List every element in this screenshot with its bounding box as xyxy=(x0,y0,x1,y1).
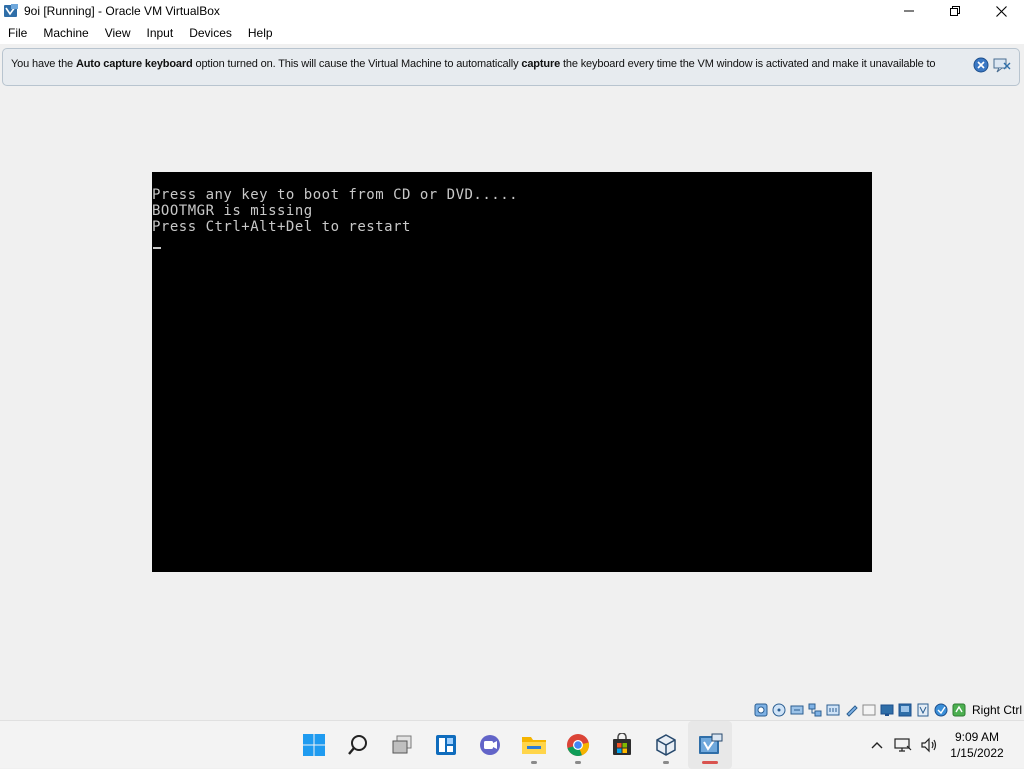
shared-folders-icon[interactable] xyxy=(843,702,859,718)
file-explorer-button[interactable] xyxy=(512,721,556,769)
taskbar-apps xyxy=(292,721,732,769)
usb-icon[interactable] xyxy=(825,702,841,718)
notification-bold-1: Auto capture keyboard xyxy=(75,58,193,70)
show-hidden-icons-button[interactable] xyxy=(864,732,890,758)
start-icon xyxy=(303,734,325,756)
network-icon xyxy=(894,738,912,752)
optical-drive-icon[interactable] xyxy=(771,702,787,718)
close-icon xyxy=(995,5,1007,17)
search-button[interactable] xyxy=(336,721,380,769)
clock-time: 9:09 AM xyxy=(954,730,1000,744)
text-cursor xyxy=(153,247,161,249)
menu-help[interactable]: Help xyxy=(240,22,281,44)
notification-text-1: You have the xyxy=(11,58,76,70)
virtualbox-vm-button[interactable] xyxy=(688,721,732,769)
title-bar[interactable]: 9oi [Running] - Oracle VM VirtualBox xyxy=(0,0,1024,22)
minimize-icon xyxy=(904,10,914,12)
window-controls xyxy=(886,0,1024,22)
notification-bold-2: capture xyxy=(521,58,561,70)
notification-text-3: the keyboard every time the VM window is… xyxy=(560,58,936,70)
clock-date: 1/15/2022 xyxy=(950,746,1004,760)
vm-display[interactable]: Press any key to boot from CD or DVD....… xyxy=(152,172,872,572)
network-icon[interactable] xyxy=(807,702,823,718)
file-explorer-icon xyxy=(522,737,546,754)
close-button[interactable] xyxy=(978,0,1024,22)
guest-additions-icon[interactable] xyxy=(933,702,949,718)
search-icon xyxy=(348,735,367,755)
volume-icon xyxy=(921,737,937,753)
menu-bar: File Machine View Input Devices Help xyxy=(0,22,1024,44)
network-tray-button[interactable] xyxy=(890,732,916,758)
host-key-label: Right Ctrl xyxy=(971,703,1022,717)
vm-output-line: BOOTMGR is missing xyxy=(152,203,313,219)
task-view-button[interactable] xyxy=(380,721,424,769)
virtualbox-icon[interactable] xyxy=(3,3,19,19)
virtualbox-manager-button[interactable] xyxy=(644,721,688,769)
vm-output-line: Press Ctrl+Alt+Del to restart xyxy=(152,219,411,235)
system-tray: 9:09 AM 1/15/2022 xyxy=(864,721,1024,769)
mouse-integration-icon[interactable] xyxy=(897,702,913,718)
virtualbox-window: 9oi [Running] - Oracle VM VirtualBox Fil… xyxy=(0,0,1024,720)
widgets-icon xyxy=(436,735,456,755)
chrome-button[interactable] xyxy=(556,721,600,769)
notification-text-2: option turned on. This will cause the Vi… xyxy=(192,58,522,70)
store-button[interactable] xyxy=(600,721,644,769)
chevron-up-icon xyxy=(871,742,883,749)
virtualbox-manager-icon xyxy=(656,734,676,756)
store-icon xyxy=(613,733,631,755)
keyboard-capture-icon[interactable] xyxy=(951,702,967,718)
restore-button[interactable] xyxy=(932,0,978,22)
close-message-icon[interactable] xyxy=(993,56,1011,74)
notification-actions xyxy=(972,56,1011,74)
info-icon[interactable] xyxy=(972,56,990,74)
notification-message: You have the Auto capture keyboard optio… xyxy=(11,58,936,70)
widgets-button[interactable] xyxy=(424,721,468,769)
hard-disk-icon[interactable] xyxy=(753,702,769,718)
cpu-icon[interactable] xyxy=(915,702,931,718)
vm-status-bar: Right Ctrl xyxy=(753,700,1024,720)
restore-icon xyxy=(950,6,960,16)
taskbar: 9:09 AM 1/15/2022 xyxy=(0,720,1024,769)
virtualbox-vm-icon xyxy=(699,733,723,754)
chrome-icon xyxy=(567,734,590,757)
chat-icon xyxy=(480,735,500,755)
chat-button[interactable] xyxy=(468,721,512,769)
auto-capture-notification: You have the Auto capture keyboard optio… xyxy=(2,48,1020,86)
menu-machine[interactable]: Machine xyxy=(35,22,96,44)
running-indicator xyxy=(531,761,537,764)
menu-devices[interactable]: Devices xyxy=(181,22,240,44)
running-indicator xyxy=(702,761,718,764)
menu-input[interactable]: Input xyxy=(139,22,182,44)
vm-output-line: Press any key to boot from CD or DVD....… xyxy=(152,187,519,203)
video-capture-icon[interactable] xyxy=(879,702,895,718)
running-indicator xyxy=(575,761,581,764)
menu-file[interactable]: File xyxy=(0,22,35,44)
clock-button[interactable]: 9:09 AM 1/15/2022 xyxy=(942,729,1024,761)
window-title: 9oi [Running] - Oracle VM VirtualBox xyxy=(24,4,220,18)
volume-tray-button[interactable] xyxy=(916,732,942,758)
audio-icon[interactable] xyxy=(789,702,805,718)
display-icon[interactable] xyxy=(861,702,877,718)
menu-view[interactable]: View xyxy=(97,22,139,44)
minimize-button[interactable] xyxy=(886,0,932,22)
running-indicator xyxy=(663,761,669,764)
start-button[interactable] xyxy=(292,721,336,769)
task-view-icon xyxy=(392,735,412,754)
